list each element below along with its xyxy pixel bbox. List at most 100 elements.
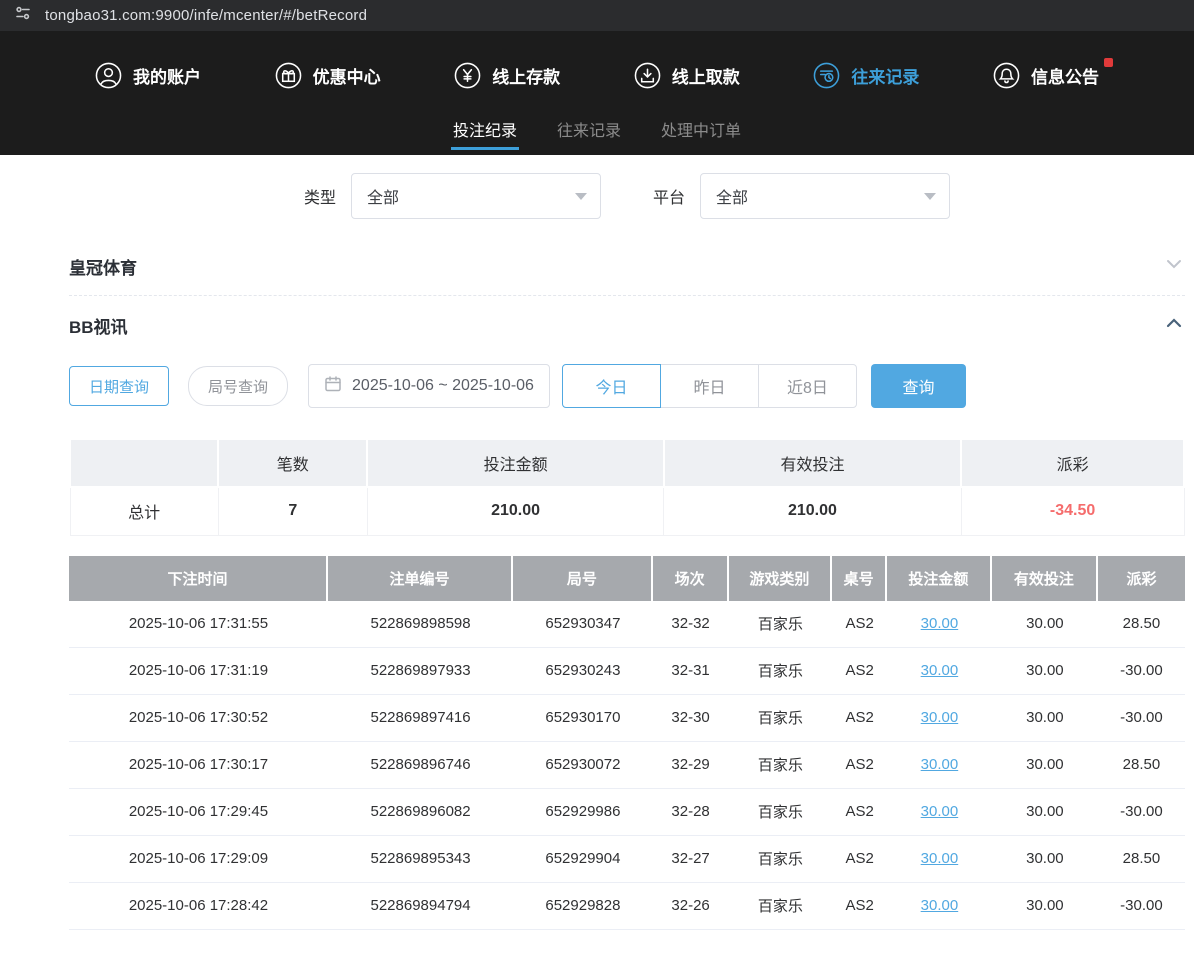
header-payout: 派彩: [1098, 556, 1185, 601]
withdraw-icon: [634, 62, 661, 89]
cell-round-no: 652929904: [513, 836, 652, 883]
table-row: 2025-10-06 17:29:09 522869895343 6529299…: [69, 836, 1185, 883]
cell-bet-time: 2025-10-06 17:29:45: [69, 789, 328, 836]
type-filter: 类型 全部: [304, 173, 601, 219]
bet-amount-link[interactable]: 30.00: [921, 803, 959, 820]
browser-address-bar[interactable]: tongbao31.com:9900/infe/mcenter/#/betRec…: [0, 0, 1194, 31]
cell-table-no: AS2: [832, 648, 887, 695]
section-crown-title: 皇冠体育: [69, 254, 137, 279]
nav-item-my-account[interactable]: 我的账户: [95, 62, 201, 89]
summary-total-label: 总计: [70, 487, 218, 535]
cell-session: 32-32: [653, 601, 729, 648]
today-button[interactable]: 今日: [562, 364, 661, 408]
table-row: 2025-10-06 17:31:55 522869898598 6529303…: [69, 601, 1185, 648]
table-row: 2025-10-06 17:28:42 522869894794 6529298…: [69, 883, 1185, 930]
bet-amount-link[interactable]: 30.00: [921, 756, 959, 773]
top-navigation: 我的账户 优惠中心 线上存款: [0, 31, 1194, 155]
cell-session: 32-29: [653, 742, 729, 789]
nav-item-records[interactable]: 往来记录: [813, 62, 919, 89]
cell-payout: -30.00: [1098, 883, 1185, 930]
type-select[interactable]: 全部: [351, 173, 601, 219]
cell-bet-amount: 30.00: [887, 742, 992, 789]
cell-table-no: AS2: [832, 883, 887, 930]
bet-records-table: 下注时间 注单编号 局号 场次 游戏类别 桌号 投注金额 有效投注 派彩 202…: [69, 556, 1185, 930]
nav-item-announcements[interactable]: 信息公告: [993, 62, 1099, 89]
date-range-value: 2025-10-06 ~ 2025-10-06: [352, 377, 534, 395]
yesterday-button[interactable]: 昨日: [660, 364, 759, 408]
cell-bet-id: 522869898598: [328, 601, 513, 648]
summary-header-count: 笔数: [218, 439, 367, 487]
header-round-no: 局号: [513, 556, 652, 601]
gift-icon: [275, 62, 302, 89]
cell-bet-time: 2025-10-06 17:31:19: [69, 648, 328, 695]
filter-row: 类型 全部 平台 全部: [69, 173, 1185, 219]
cell-session: 32-26: [653, 883, 729, 930]
platform-filter: 平台 全部: [653, 173, 950, 219]
nav-label: 线上取款: [672, 63, 740, 88]
cell-game-type: 百家乐: [729, 601, 833, 648]
cell-bet-amount: 30.00: [887, 883, 992, 930]
cell-bet-time: 2025-10-06 17:29:09: [69, 836, 328, 883]
nav-item-withdraw[interactable]: 线上取款: [634, 62, 740, 89]
cell-game-type: 百家乐: [729, 695, 833, 742]
header-session: 场次: [653, 556, 729, 601]
cell-session: 32-27: [653, 836, 729, 883]
round-query-button[interactable]: 局号查询: [188, 366, 288, 406]
cell-game-type: 百家乐: [729, 883, 833, 930]
cell-payout: 28.50: [1098, 836, 1185, 883]
date-range-picker[interactable]: 2025-10-06 ~ 2025-10-06: [308, 364, 550, 408]
chevron-up-icon[interactable]: [1163, 312, 1185, 339]
summary-header-bet-amount: 投注金额: [367, 439, 663, 487]
summary-header-valid-bet: 有效投注: [664, 439, 961, 487]
cell-bet-amount: 30.00: [887, 789, 992, 836]
nav-label: 优惠中心: [313, 63, 381, 88]
main-content: 类型 全部 平台 全部 皇冠体育 BB视讯: [0, 155, 1194, 930]
date-query-button[interactable]: 日期查询: [69, 366, 169, 406]
header-valid-bet: 有效投注: [992, 556, 1098, 601]
bet-amount-link[interactable]: 30.00: [921, 662, 959, 679]
table-row: 2025-10-06 17:30:52 522869897416 6529301…: [69, 695, 1185, 742]
cell-table-no: AS2: [832, 601, 887, 648]
cell-valid-bet: 30.00: [992, 695, 1098, 742]
platform-select[interactable]: 全部: [700, 173, 950, 219]
bet-amount-link[interactable]: 30.00: [921, 850, 959, 867]
summary-count-value: 7: [218, 487, 367, 535]
site-settings-icon[interactable]: [14, 4, 32, 27]
deposit-icon: [454, 62, 481, 89]
cell-valid-bet: 30.00: [992, 601, 1098, 648]
summary-header-blank: [70, 439, 218, 487]
summary-table: 笔数 投注金额 有效投注 派彩 总计 7 210.00 210.00 -34.5…: [69, 438, 1185, 536]
cell-valid-bet: 30.00: [992, 883, 1098, 930]
nav-label: 往来记录: [851, 63, 919, 88]
tab-bet-records[interactable]: 投注纪录: [451, 103, 519, 155]
chevron-down-icon: [924, 193, 936, 200]
cell-session: 32-30: [653, 695, 729, 742]
last-8-days-button[interactable]: 近8日: [758, 364, 857, 408]
cell-game-type: 百家乐: [729, 648, 833, 695]
tab-transaction-records[interactable]: 往来记录: [555, 103, 623, 155]
cell-bet-id: 522869895343: [328, 836, 513, 883]
url-text: tongbao31.com:9900/infe/mcenter/#/betRec…: [45, 7, 367, 24]
chevron-down-icon[interactable]: [1163, 253, 1185, 280]
cell-bet-id: 522869896746: [328, 742, 513, 789]
header-game-type: 游戏类别: [729, 556, 833, 601]
bet-table-header-row: 下注时间 注单编号 局号 场次 游戏类别 桌号 投注金额 有效投注 派彩: [69, 556, 1185, 601]
section-bb-video[interactable]: BB视讯: [69, 296, 1185, 354]
nav-item-deposit[interactable]: 线上存款: [454, 62, 560, 89]
tab-processing-orders[interactable]: 处理中订单: [659, 103, 743, 155]
cell-bet-id: 522869897416: [328, 695, 513, 742]
section-crown-sports[interactable]: 皇冠体育: [69, 237, 1185, 295]
bet-amount-link[interactable]: 30.00: [921, 709, 959, 726]
bet-amount-link[interactable]: 30.00: [921, 897, 959, 914]
platform-filter-label: 平台: [653, 184, 685, 208]
header-bet-amount: 投注金额: [887, 556, 992, 601]
bet-amount-link[interactable]: 30.00: [921, 615, 959, 632]
type-select-value: 全部: [367, 184, 399, 208]
cell-bet-amount: 30.00: [887, 695, 992, 742]
cell-bet-time: 2025-10-06 17:31:55: [69, 601, 328, 648]
cell-bet-time: 2025-10-06 17:28:42: [69, 883, 328, 930]
summary-bet-amount-value: 210.00: [367, 487, 663, 535]
search-button[interactable]: 查询: [871, 364, 966, 408]
nav-item-promotions[interactable]: 优惠中心: [275, 62, 381, 89]
cell-table-no: AS2: [832, 742, 887, 789]
